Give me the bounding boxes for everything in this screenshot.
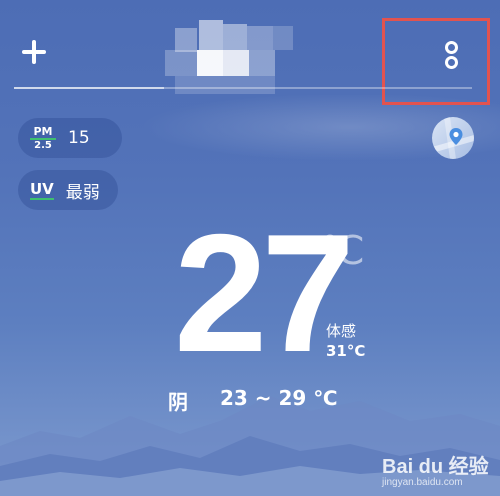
aqi-value: 15 — [68, 128, 90, 148]
highlight-box — [382, 18, 490, 105]
add-city-button[interactable] — [18, 36, 50, 68]
feels-like-value: 31°C — [326, 342, 366, 360]
temperature-range: 23 ~ 29 ℃ — [220, 386, 338, 410]
feels-like-label: 体感 — [326, 322, 357, 340]
city-name-blurred — [165, 20, 295, 96]
uv-chip[interactable]: UV 最弱 — [18, 170, 118, 210]
uv-value: 最弱 — [65, 182, 100, 203]
location-pin-icon — [432, 117, 474, 159]
temperature-unit: ℃ — [320, 229, 365, 273]
baidu-watermark: Bai du 经验 jingyan.baidu.com — [382, 450, 494, 488]
watermark-logo: Bai du 经验 — [382, 456, 489, 478]
pm25-icon: PM 2.5 — [30, 126, 56, 151]
weather-condition: 阴 — [168, 390, 188, 414]
location-button[interactable] — [432, 117, 474, 159]
uv-icon: UV — [30, 179, 54, 200]
page-indicator-active — [14, 87, 164, 89]
aqi-chip[interactable]: PM 2.5 15 — [18, 118, 122, 158]
current-temperature: 27 — [174, 199, 355, 387]
